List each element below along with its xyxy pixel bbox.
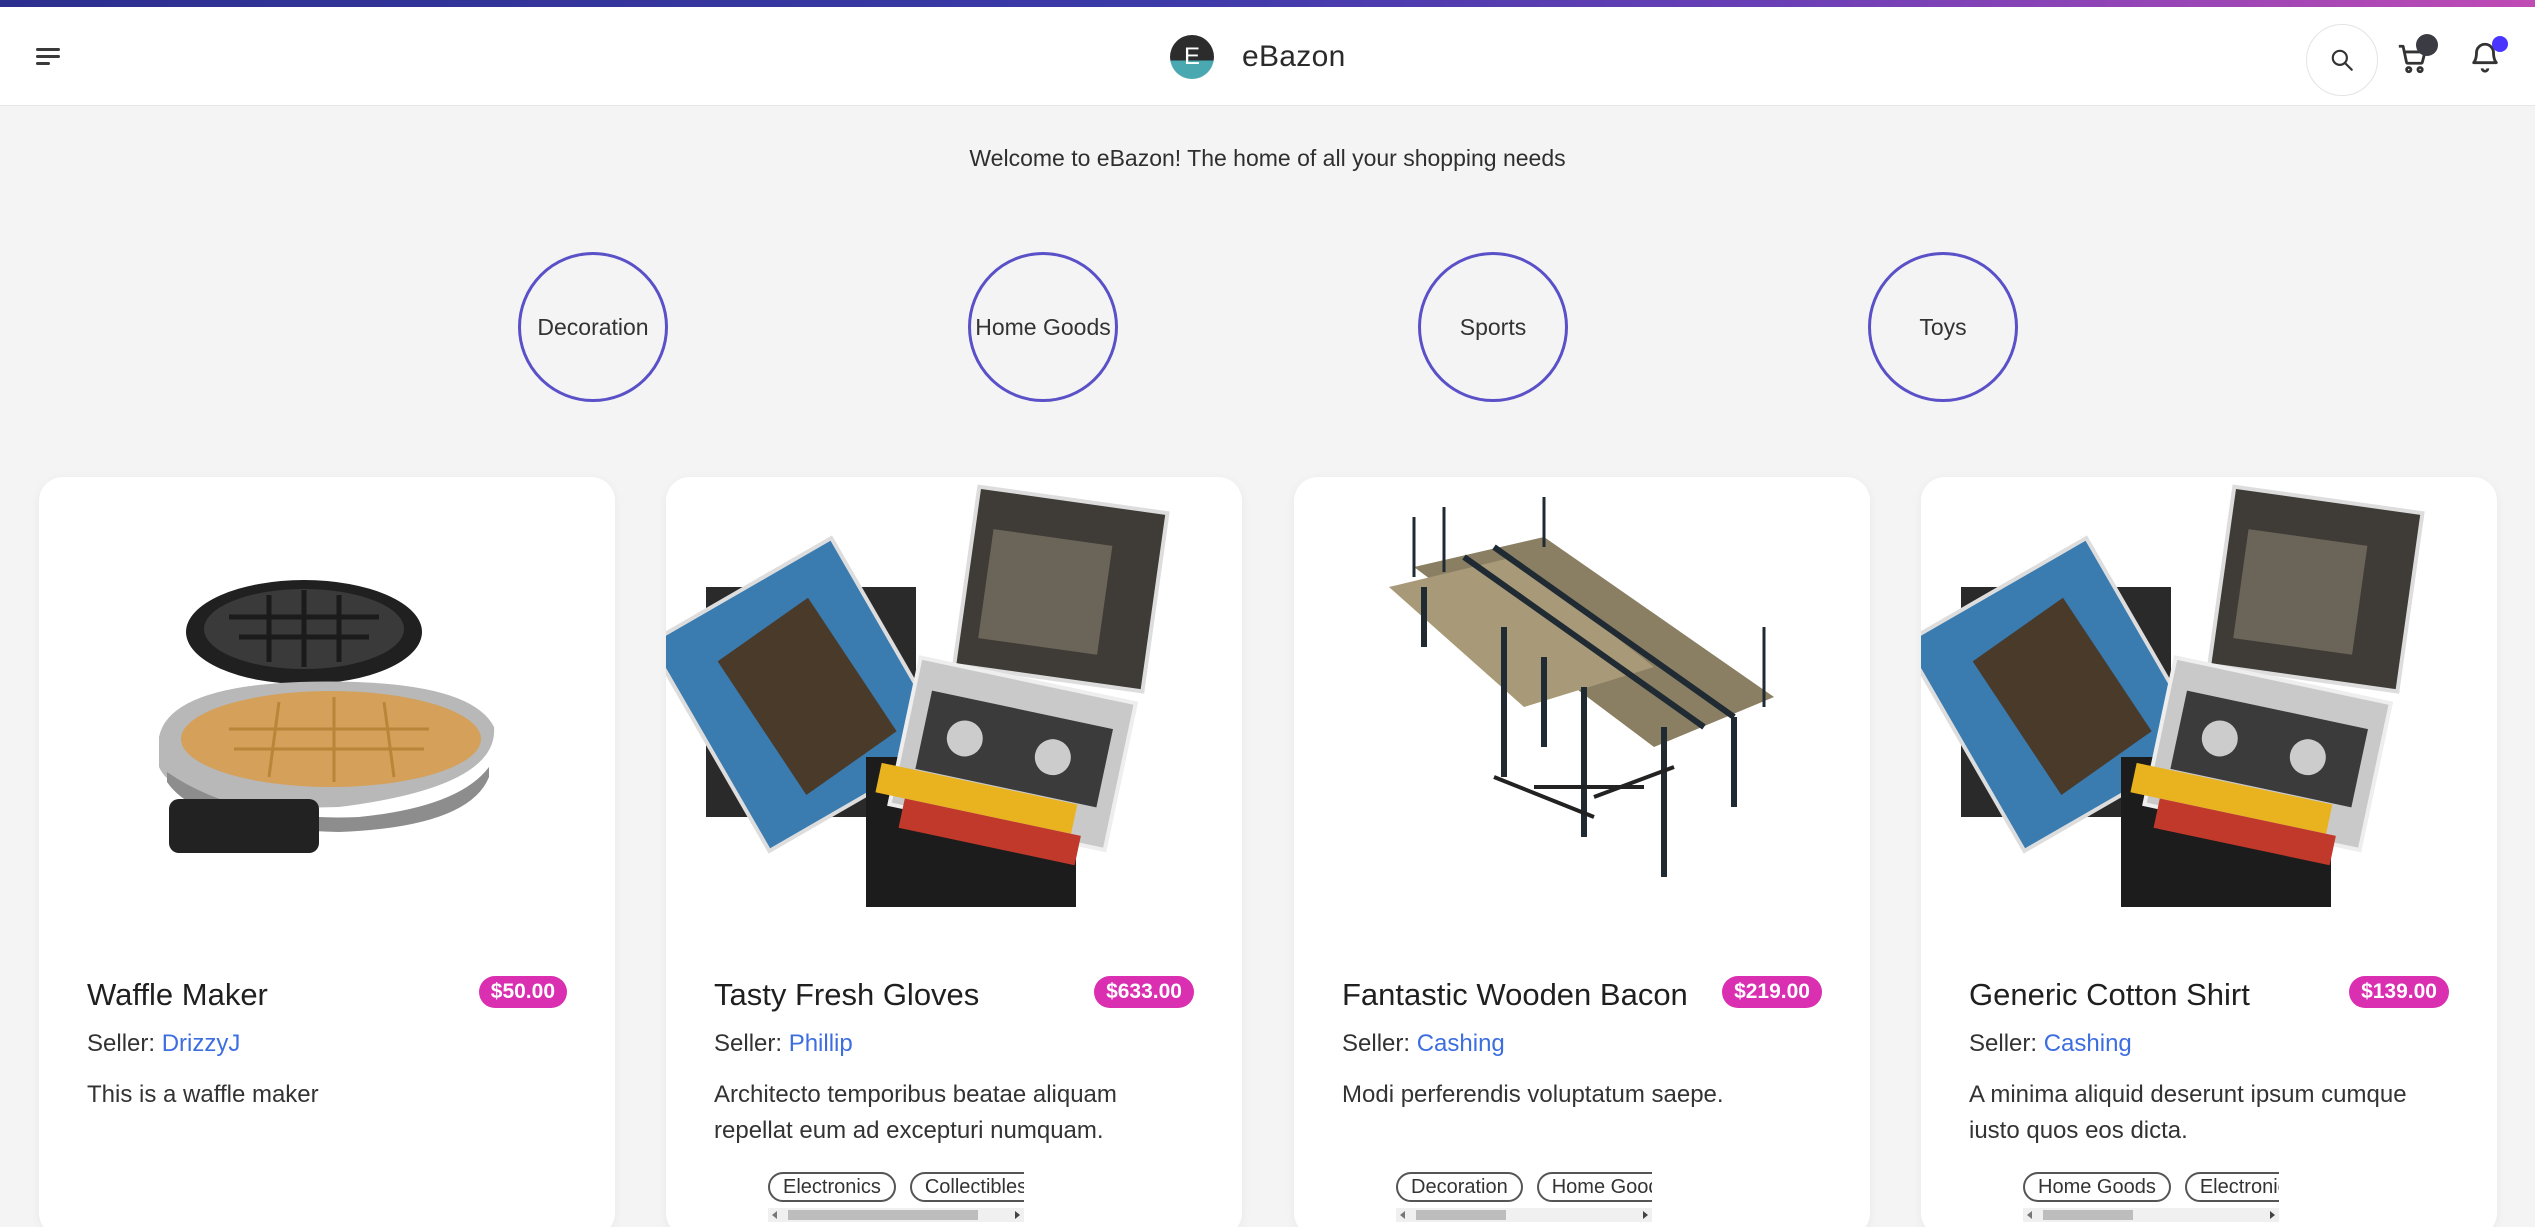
- seller-link[interactable]: Cashing: [1417, 1030, 1505, 1057]
- seller-line: Seller: DrizzyJ: [87, 1030, 240, 1058]
- scroll-right-icon[interactable]: [1015, 1211, 1020, 1219]
- seller-link[interactable]: DrizzyJ: [162, 1030, 241, 1057]
- scrollbar-thumb[interactable]: [2043, 1210, 2133, 1220]
- seller-label: Seller:: [1969, 1030, 2044, 1057]
- product-title[interactable]: Tasty Fresh Gloves: [714, 977, 979, 1013]
- product-card[interactable]: Generic Cotton Shirt $139.00 Seller: Cas…: [1921, 477, 2497, 1227]
- product-image-cassettes[interactable]: [1921, 477, 2497, 929]
- brand-name: eBazon: [1242, 40, 1346, 73]
- search-button[interactable]: [2306, 24, 2378, 96]
- notifications-button[interactable]: [2468, 36, 2508, 80]
- price-badge: $219.00: [1722, 976, 1822, 1008]
- product-image-waffle-maker[interactable]: [39, 477, 615, 929]
- scrollbar-thumb[interactable]: [788, 1210, 978, 1220]
- product-image-bridge-model[interactable]: [1294, 477, 1870, 929]
- horizontal-scrollbar[interactable]: [1396, 1208, 1652, 1222]
- search-icon: [2331, 49, 2353, 71]
- product-card[interactable]: Waffle Maker $50.00 Seller: DrizzyJ This…: [39, 477, 615, 1227]
- seller-label: Seller:: [714, 1030, 789, 1057]
- category-sports[interactable]: Sports: [1418, 252, 1568, 402]
- product-description: Modi perferendis voluptatum saepe.: [1342, 1081, 1724, 1108]
- tags-scroller[interactable]: Decoration Home Goods: [1396, 1172, 1652, 1224]
- product-title[interactable]: Generic Cotton Shirt: [1969, 977, 2250, 1013]
- welcome-message: Welcome to eBazon! The home of all your …: [969, 145, 1566, 171]
- cart-badge: [2416, 34, 2438, 56]
- seller-link[interactable]: Phillip: [789, 1030, 853, 1057]
- scroll-left-icon[interactable]: [2027, 1211, 2032, 1219]
- product-description: This is a waffle maker: [87, 1081, 319, 1108]
- seller-label: Seller:: [1342, 1030, 1417, 1057]
- horizontal-scrollbar[interactable]: [2023, 1208, 2279, 1222]
- tag-chip[interactable]: Collectibles: [909, 1172, 1024, 1202]
- product-title[interactable]: Fantastic Wooden Bacon: [1342, 977, 1688, 1013]
- notification-dot: [2492, 36, 2508, 52]
- scrollbar-thumb[interactable]: [1416, 1210, 1506, 1220]
- category-home-goods[interactable]: Home Goods: [968, 252, 1118, 402]
- price-badge: $50.00: [478, 976, 567, 1008]
- cart-button[interactable]: [2396, 34, 2438, 78]
- scroll-left-icon[interactable]: [1400, 1211, 1405, 1219]
- price-badge: $139.00: [2349, 976, 2449, 1008]
- product-card[interactable]: Tasty Fresh Gloves $633.00 Seller: Phill…: [666, 477, 1242, 1227]
- seller-link[interactable]: Cashing: [2044, 1030, 2132, 1057]
- scroll-left-icon[interactable]: [772, 1211, 777, 1219]
- tag-chip[interactable]: Electronics: [2184, 1172, 2279, 1202]
- tag-chip[interactable]: Home Goods: [1536, 1172, 1652, 1202]
- brand-logo: E: [1170, 35, 1214, 79]
- tag-chip[interactable]: Decoration: [1396, 1172, 1523, 1202]
- scroll-right-icon[interactable]: [2270, 1211, 2275, 1219]
- product-description: Architecto temporibus beatae aliquam rep…: [714, 1081, 1117, 1144]
- seller-line: Seller: Phillip: [714, 1030, 853, 1058]
- product-description: A minima aliquid deserunt ipsum cumque i…: [1969, 1081, 2407, 1144]
- price-badge: $633.00: [1094, 976, 1194, 1008]
- tag-chip[interactable]: Home Goods: [2023, 1172, 2171, 1202]
- tags-scroller[interactable]: Home Goods Electronics: [2023, 1172, 2279, 1224]
- seller-line: Seller: Cashing: [1342, 1030, 1505, 1058]
- scroll-right-icon[interactable]: [1643, 1211, 1648, 1219]
- category-decoration[interactable]: Decoration: [518, 252, 668, 402]
- seller-line: Seller: Cashing: [1969, 1030, 2132, 1058]
- product-title[interactable]: Waffle Maker: [87, 977, 268, 1013]
- brand[interactable]: E eBazon: [1170, 34, 1346, 80]
- product-image-cassettes[interactable]: [666, 477, 1242, 929]
- seller-label: Seller:: [87, 1030, 162, 1057]
- product-card[interactable]: Fantastic Wooden Bacon $219.00 Seller: C…: [1294, 477, 1870, 1227]
- top-accent-bar: [0, 0, 2535, 7]
- tag-chip[interactable]: Electronics: [768, 1172, 896, 1202]
- tags-scroller[interactable]: Electronics Collectibles: [768, 1172, 1024, 1224]
- horizontal-scrollbar[interactable]: [768, 1208, 1024, 1222]
- category-toys[interactable]: Toys: [1868, 252, 2018, 402]
- hamburger-menu-icon[interactable]: [30, 42, 66, 72]
- app-header: E eBazon: [0, 7, 2535, 106]
